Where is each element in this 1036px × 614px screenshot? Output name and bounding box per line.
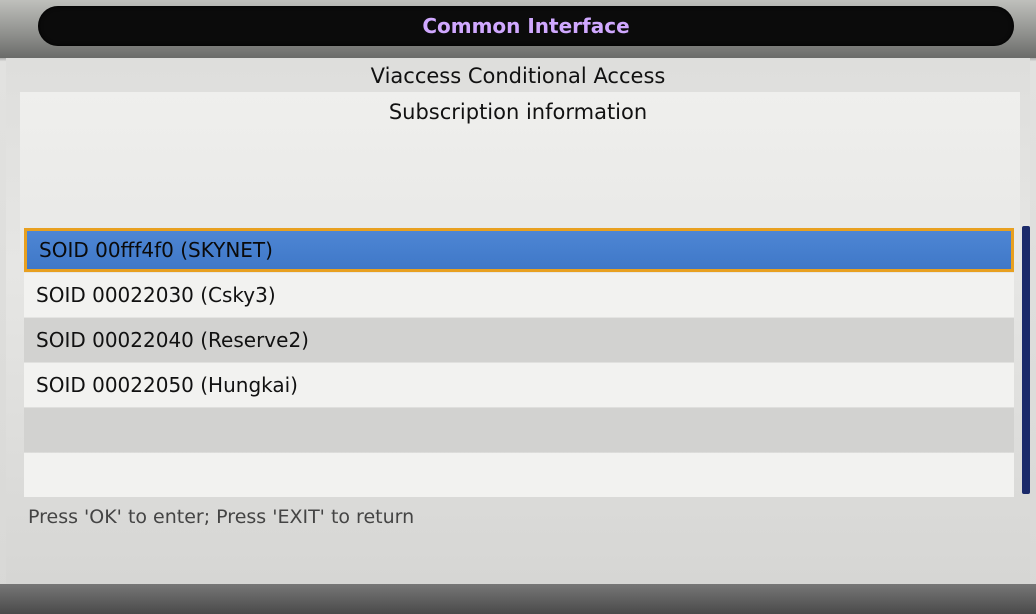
bottom-bezel bbox=[0, 584, 1036, 614]
scrollbar[interactable] bbox=[1022, 226, 1030, 494]
window-title: Common Interface bbox=[422, 14, 630, 38]
list-item-empty bbox=[24, 408, 1014, 452]
subscription-list: SOID 00fff4f0 (SKYNET) SOID 00022030 (Cs… bbox=[24, 228, 1014, 500]
list-item-label: SOID 00fff4f0 (SKYNET) bbox=[39, 238, 273, 262]
navigation-hint: Press 'OK' to enter; Press 'EXIT' to ret… bbox=[28, 506, 415, 528]
list-item-label: SOID 00022040 (Reserve2) bbox=[36, 328, 309, 352]
list-item-label: SOID 00022030 (Csky3) bbox=[36, 283, 276, 307]
list-item[interactable]: SOID 00fff4f0 (SKYNET) bbox=[24, 228, 1014, 272]
section-title: Subscription information bbox=[388, 100, 648, 124]
tv-screen: Common Interface Viaccess Conditional Ac… bbox=[0, 0, 1036, 614]
list-item-label: SOID 00022050 (Hungkai) bbox=[36, 373, 298, 397]
list-item[interactable]: SOID 00022030 (Csky3) bbox=[24, 273, 1014, 317]
list-item-empty bbox=[24, 453, 1014, 497]
module-title: Viaccess Conditional Access bbox=[370, 64, 666, 88]
list-item[interactable]: SOID 00022040 (Reserve2) bbox=[24, 318, 1014, 362]
list-item[interactable]: SOID 00022050 (Hungkai) bbox=[24, 363, 1014, 407]
main-panel: Viaccess Conditional Access Subscription… bbox=[6, 58, 1030, 584]
title-bar: Common Interface bbox=[38, 6, 1014, 46]
